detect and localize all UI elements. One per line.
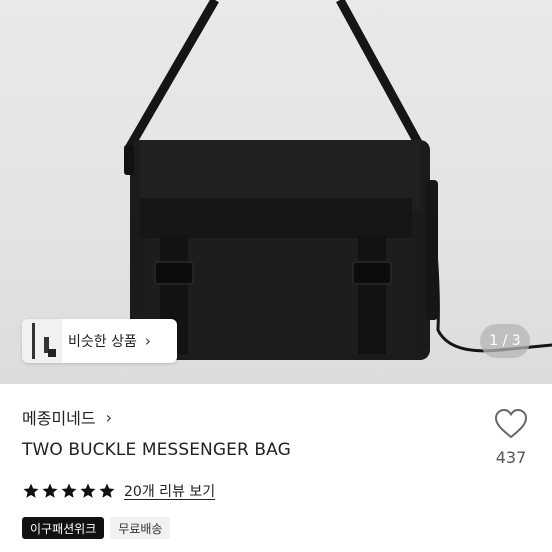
- badge-fashion-week: 이구패션위크: [22, 517, 105, 539]
- star-icon: [99, 483, 115, 498]
- like-button[interactable]: 437: [486, 408, 536, 467]
- similar-products-button[interactable]: 비슷한 상품 ›: [22, 319, 177, 363]
- product-image-gallery[interactable]: 비슷한 상품 › 1 / 3: [0, 0, 552, 384]
- brand-link[interactable]: 메종미네드 ›: [22, 405, 112, 429]
- similar-product-thumbnail: [22, 319, 62, 363]
- heart-outline-icon: [494, 408, 528, 439]
- star-rating: [22, 482, 116, 500]
- product-badges: 이구패션위크 무료배송: [22, 517, 171, 539]
- star-icon: [80, 483, 96, 498]
- chevron-right-icon: ›: [105, 407, 113, 427]
- badge-free-shipping: 무료배송: [110, 517, 171, 539]
- similar-products-label: 비슷한 상품: [68, 334, 137, 350]
- review-link[interactable]: 20개 리뷰 보기: [124, 481, 215, 501]
- star-icon: [42, 483, 58, 498]
- rating-row: 20개 리뷰 보기: [22, 481, 215, 501]
- chevron-right-icon: ›: [144, 332, 151, 350]
- like-count: 437: [495, 448, 527, 467]
- brand-name: 메종미네드: [22, 409, 96, 428]
- image-page-indicator: 1 / 3: [480, 324, 530, 358]
- star-icon: [61, 483, 77, 498]
- product-title: TWO BUCKLE MESSENGER BAG: [22, 440, 291, 460]
- star-icon: [23, 483, 39, 498]
